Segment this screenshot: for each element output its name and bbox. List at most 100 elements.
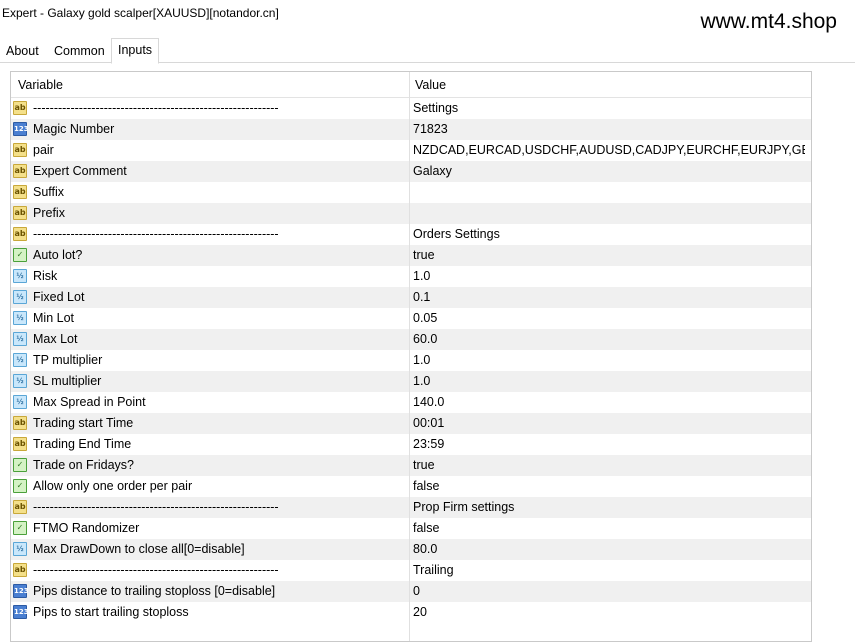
variable-name: FTMO Randomizer bbox=[33, 521, 140, 535]
variable-name: Auto lot? bbox=[33, 248, 83, 262]
variable-value[interactable]: false bbox=[413, 521, 805, 535]
variable-name: ----------------------------------------… bbox=[33, 500, 279, 514]
variable-value[interactable]: 71823 bbox=[413, 122, 805, 136]
variable-name: pair bbox=[33, 143, 54, 157]
string-type-icon: ab bbox=[13, 500, 27, 514]
boolean-type-icon: ✓ bbox=[13, 248, 27, 262]
variable-value[interactable]: 0.1 bbox=[413, 290, 805, 304]
variable-value[interactable]: 00:01 bbox=[413, 416, 805, 430]
boolean-type-icon: ✓ bbox=[13, 458, 27, 472]
variable-name: TP multiplier bbox=[33, 353, 103, 367]
string-type-icon: ab bbox=[13, 563, 27, 577]
string-type-icon: ab bbox=[13, 437, 27, 451]
table-row[interactable]: ✓ FTMO Randomizer false bbox=[11, 518, 811, 539]
double-type-icon: ½ bbox=[13, 353, 27, 367]
double-type-icon: ½ bbox=[13, 290, 27, 304]
variable-value[interactable]: Settings bbox=[413, 101, 805, 115]
variable-name: Allow only one order per pair bbox=[33, 479, 193, 493]
table-row[interactable]: 123 Magic Number 71823 bbox=[11, 119, 811, 140]
table-row[interactable]: ab --------------------------------------… bbox=[11, 497, 811, 518]
table-row[interactable]: ab --------------------------------------… bbox=[11, 560, 811, 581]
table-row[interactable]: ab Prefix bbox=[11, 203, 811, 224]
variable-name: Fixed Lot bbox=[33, 290, 85, 304]
string-type-icon: ab bbox=[13, 143, 27, 157]
variable-name: SL multiplier bbox=[33, 374, 102, 388]
variable-value[interactable]: 23:59 bbox=[413, 437, 805, 451]
table-row[interactable]: ½ Max Spread in Point 140.0 bbox=[11, 392, 811, 413]
variable-value[interactable]: true bbox=[413, 458, 805, 472]
integer-type-icon: 123 bbox=[13, 122, 29, 136]
variable-name: Prefix bbox=[33, 206, 65, 220]
boolean-type-icon: ✓ bbox=[13, 521, 27, 535]
table-row[interactable]: ½ Max Lot 60.0 bbox=[11, 329, 811, 350]
watermark-text: www.mt4.shop bbox=[700, 10, 837, 33]
table-row[interactable]: ab Trading start Time 00:01 bbox=[11, 413, 811, 434]
variable-name: ----------------------------------------… bbox=[33, 563, 279, 577]
string-type-icon: ab bbox=[13, 227, 27, 241]
table-row[interactable]: ½ TP multiplier 1.0 bbox=[11, 350, 811, 371]
string-type-icon: ab bbox=[13, 101, 27, 115]
column-divider bbox=[409, 72, 410, 641]
variable-value[interactable]: 60.0 bbox=[413, 332, 805, 346]
table-row[interactable]: ½ Min Lot 0.05 bbox=[11, 308, 811, 329]
variable-value[interactable]: Galaxy bbox=[413, 164, 805, 178]
variable-name: Pips to start trailing stoploss bbox=[33, 605, 189, 619]
integer-type-icon: 123 bbox=[13, 584, 29, 598]
variable-value[interactable]: Trailing bbox=[413, 563, 805, 577]
variable-value[interactable]: true bbox=[413, 248, 805, 262]
variable-name: Max DrawDown to close all[0=disable] bbox=[33, 542, 245, 556]
double-type-icon: ½ bbox=[13, 332, 27, 346]
variable-value[interactable]: 1.0 bbox=[413, 353, 805, 367]
table-row[interactable]: ½ SL multiplier 1.0 bbox=[11, 371, 811, 392]
double-type-icon: ½ bbox=[13, 395, 27, 409]
variable-name: Magic Number bbox=[33, 122, 115, 136]
variable-name: Max Lot bbox=[33, 332, 78, 346]
variable-value[interactable]: Prop Firm settings bbox=[413, 500, 805, 514]
column-header-variable[interactable]: Variable bbox=[18, 78, 63, 92]
tab-bar: About Common Inputs bbox=[0, 38, 855, 64]
tab-about[interactable]: About bbox=[0, 40, 45, 62]
string-type-icon: ab bbox=[13, 164, 27, 178]
table-header: Variable Value bbox=[11, 72, 811, 98]
table-row[interactable]: ½ Max DrawDown to close all[0=disable] 80.… bbox=[11, 539, 811, 560]
tab-common[interactable]: Common bbox=[48, 40, 111, 62]
variable-name: Suffix bbox=[33, 185, 65, 199]
variable-value[interactable]: 1.0 bbox=[413, 374, 805, 388]
variable-value[interactable]: NZDCAD,EURCAD,USDCHF,AUDUSD,CADJPY,EURCH… bbox=[413, 143, 805, 157]
table-row[interactable]: ✓ Trade on Fridays? true bbox=[11, 455, 811, 476]
variable-name: Max Spread in Point bbox=[33, 395, 146, 409]
table-row[interactable]: ab Expert Comment Galaxy bbox=[11, 161, 811, 182]
variable-name: Expert Comment bbox=[33, 164, 127, 178]
string-type-icon: ab bbox=[13, 416, 27, 430]
variable-value[interactable]: 0 bbox=[413, 584, 805, 598]
variable-name: Trading start Time bbox=[33, 416, 134, 430]
variable-value[interactable]: Orders Settings bbox=[413, 227, 805, 241]
table-row[interactable]: 123 Pips distance to trailing stoploss [0… bbox=[11, 581, 811, 602]
table-row[interactable]: 123 Pips to start trailing stoploss 20 bbox=[11, 602, 811, 623]
variable-value[interactable]: 1.0 bbox=[413, 269, 805, 283]
table-row[interactable]: ab Trading End Time 23:59 bbox=[11, 434, 811, 455]
table-row[interactable]: ab Suffix bbox=[11, 182, 811, 203]
variable-name: Min Lot bbox=[33, 311, 74, 325]
variable-name: Trading End Time bbox=[33, 437, 132, 451]
table-row[interactable]: ½ Risk 1.0 bbox=[11, 266, 811, 287]
variable-name: Risk bbox=[33, 269, 58, 283]
table-row[interactable]: ✓ Allow only one order per pair false bbox=[11, 476, 811, 497]
variable-value[interactable]: 140.0 bbox=[413, 395, 805, 409]
tab-inputs[interactable]: Inputs bbox=[111, 38, 160, 64]
column-header-value[interactable]: Value bbox=[415, 78, 446, 92]
double-type-icon: ½ bbox=[13, 311, 27, 325]
variable-name: Pips distance to trailing stoploss [0=di… bbox=[33, 584, 276, 598]
table-row[interactable]: ab --------------------------------------… bbox=[11, 98, 811, 119]
table-row[interactable]: ½ Fixed Lot 0.1 bbox=[11, 287, 811, 308]
variable-value[interactable]: 80.0 bbox=[413, 542, 805, 556]
table-row[interactable]: ✓ Auto lot? true bbox=[11, 245, 811, 266]
double-type-icon: ½ bbox=[13, 542, 27, 556]
variable-value[interactable]: 0.05 bbox=[413, 311, 805, 325]
string-type-icon: ab bbox=[13, 206, 27, 220]
window-title: Expert - Galaxy gold scalper[XAUUSD][not… bbox=[2, 6, 279, 20]
variable-value[interactable]: false bbox=[413, 479, 805, 493]
table-row[interactable]: ab --------------------------------------… bbox=[11, 224, 811, 245]
table-row[interactable]: ab pair NZDCAD,EURCAD,USDCHF,AUDUSD,CADJPY… bbox=[11, 140, 811, 161]
variable-value[interactable]: 20 bbox=[413, 605, 805, 619]
